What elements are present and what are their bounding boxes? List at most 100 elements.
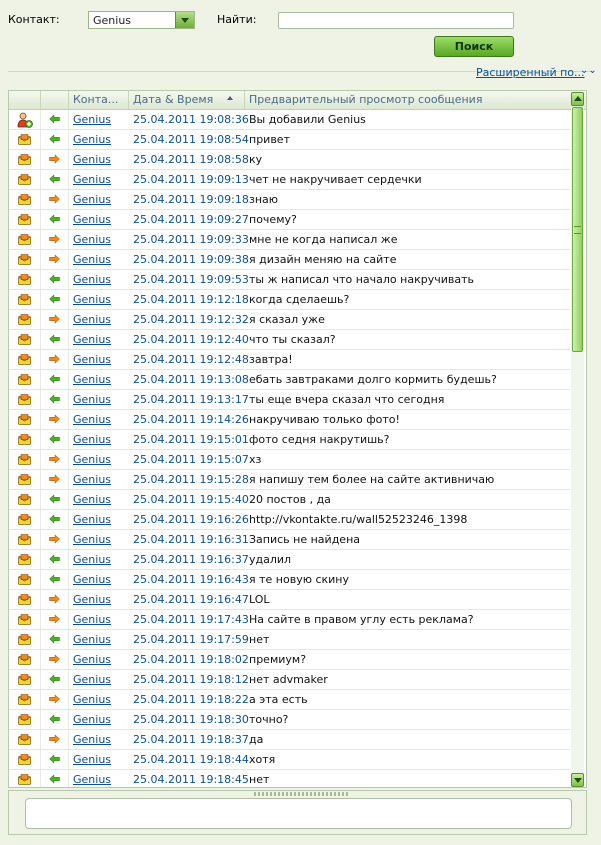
table-row[interactable]: Genius 25.04.2011 19:09:27 почему? (9, 210, 570, 230)
table-row[interactable]: Genius 25.04.2011 19:09:38 я дизайн меняю … (9, 250, 570, 270)
table-row[interactable]: Genius 25.04.2011 19:18:30 точно? (9, 710, 570, 730)
contact-link[interactable]: Genius (73, 550, 111, 569)
message-datetime: 25.04.2011 19:09:33 (133, 233, 249, 246)
double-chevron-down-icon[interactable]: ⌄⌄ (580, 65, 597, 76)
contact-link[interactable]: Genius (73, 610, 111, 629)
column-header-direction[interactable] (41, 91, 69, 109)
contact-link[interactable]: Genius (73, 650, 111, 669)
contact-link[interactable]: Genius (73, 290, 111, 309)
table-row[interactable]: Genius 25.04.2011 19:17:59 нет (9, 630, 570, 650)
table-row[interactable]: Genius 25.04.2011 19:16:47 LOL (9, 590, 570, 610)
scrollbar-grip-icon (574, 226, 581, 234)
contact-link[interactable]: Genius (73, 270, 111, 289)
table-row[interactable]: Genius 25.04.2011 19:18:45 нет (9, 770, 570, 787)
contact-link[interactable]: Genius (73, 450, 111, 469)
table-row[interactable]: Genius 25.04.2011 19:16:37 удалил (9, 550, 570, 570)
table-row[interactable]: Genius 25.04.2011 19:16:43 я те новую скин… (9, 570, 570, 590)
table-row[interactable]: Genius 25.04.2011 19:12:32 я сказал уже (9, 310, 570, 330)
contact-link[interactable]: Genius (73, 150, 111, 169)
message-input[interactable] (25, 798, 572, 829)
contact-link[interactable]: Genius (73, 710, 111, 729)
column-header-contact[interactable]: Конта... (69, 91, 129, 109)
contact-link[interactable]: Genius (73, 390, 111, 409)
message-preview: http://vkontakte.ru/wall52523246_1398 (249, 513, 468, 526)
contact-link[interactable]: Genius (73, 670, 111, 689)
contact-link[interactable]: Genius (73, 430, 111, 449)
table-row[interactable]: Genius 25.04.2011 19:18:22 а эта есть (9, 690, 570, 710)
chevron-down-icon[interactable] (175, 12, 194, 28)
table-row[interactable]: Genius 25.04.2011 19:08:58 ку (9, 150, 570, 170)
contact-link[interactable]: Genius (73, 530, 111, 549)
table-row[interactable]: Genius 25.04.2011 19:12:48 завтра! (9, 350, 570, 370)
table-row[interactable]: Genius 25.04.2011 19:17:43 На сайте в прав… (9, 610, 570, 630)
outgoing-arrow-icon (49, 234, 60, 244)
table-row[interactable]: Genius 25.04.2011 19:09:18 знаю (9, 190, 570, 210)
column-divider (68, 630, 69, 649)
contact-link[interactable]: Genius (73, 110, 111, 129)
scroll-up-button[interactable] (571, 92, 584, 106)
table-row[interactable]: Genius 25.04.2011 19:13:17 ты еще вчера ск… (9, 390, 570, 410)
table-row[interactable]: Genius 25.04.2011 19:12:40 что ты сказал? (9, 330, 570, 350)
contact-link[interactable]: Genius (73, 370, 111, 389)
table-row[interactable]: Genius 25.04.2011 19:18:44 хотя (9, 750, 570, 770)
contact-link[interactable]: Genius (73, 510, 111, 529)
contact-link[interactable]: Genius (73, 230, 111, 249)
column-divider (40, 610, 41, 629)
contact-link[interactable]: Genius (73, 190, 111, 209)
contact-link[interactable]: Genius (73, 730, 111, 749)
contact-link[interactable]: Genius (73, 630, 111, 649)
column-divider (40, 170, 41, 189)
outgoing-arrow-icon (49, 594, 60, 604)
contact-link[interactable]: Genius (73, 470, 111, 489)
contact-link[interactable]: Genius (73, 750, 111, 769)
column-header-datetime[interactable]: Дата & Время (129, 91, 245, 109)
table-row[interactable]: Genius 25.04.2011 19:08:54 привет (9, 130, 570, 150)
contact-link[interactable]: Genius (73, 590, 111, 609)
column-divider (40, 150, 41, 169)
contact-link[interactable]: Genius (73, 770, 111, 787)
column-divider (40, 510, 41, 529)
contact-link[interactable]: Genius (73, 490, 111, 509)
contact-link[interactable]: Genius (73, 350, 111, 369)
column-divider (40, 730, 41, 749)
contact-select[interactable]: Genius (88, 11, 195, 29)
contact-link[interactable]: Genius (73, 130, 111, 149)
contact-link[interactable]: Genius (73, 410, 111, 429)
table-row[interactable]: Genius 25.04.2011 19:09:53 ты ж написал чт… (9, 270, 570, 290)
table-row[interactable]: Genius 25.04.2011 19:16:31 Запись не найде… (9, 530, 570, 550)
table-row[interactable]: Genius 25.04.2011 19:18:12 нет advmaker (9, 670, 570, 690)
table-row[interactable]: Genius 25.04.2011 19:18:37 да (9, 730, 570, 750)
contact-link[interactable]: Genius (73, 210, 111, 229)
resize-grip-icon[interactable] (254, 792, 348, 796)
message-preview: LOL (249, 593, 270, 606)
table-row[interactable]: Genius 25.04.2011 19:12:18 когда сделаешь? (9, 290, 570, 310)
table-row[interactable]: Genius 25.04.2011 19:14:26 накручиваю толь… (9, 410, 570, 430)
table-row[interactable]: Genius 25.04.2011 19:15:40 20 постов , да (9, 490, 570, 510)
table-row[interactable]: Genius 25.04.2011 19:13:08 ебать завтракам… (9, 370, 570, 390)
contact-link[interactable]: Genius (73, 170, 111, 189)
table-row[interactable]: Genius 25.04.2011 19:15:01 фото седня накр… (9, 430, 570, 450)
contact-link[interactable]: Genius (73, 250, 111, 269)
message-datetime: 25.04.2011 19:12:40 (133, 333, 249, 346)
column-header-type[interactable] (9, 91, 41, 109)
search-input[interactable] (278, 12, 514, 29)
table-row[interactable]: Genius 25.04.2011 19:15:07 хз (9, 450, 570, 470)
table-row[interactable]: Genius 25.04.2011 19:08:36 Вы добавили Gen… (9, 110, 570, 130)
table-row[interactable]: Genius 25.04.2011 19:09:33 мне не когда на… (9, 230, 570, 250)
contact-link[interactable]: Genius (73, 690, 111, 709)
incoming-arrow-icon (49, 574, 60, 584)
contact-link[interactable]: Genius (73, 330, 111, 349)
table-row[interactable]: Genius 25.04.2011 19:15:28 я напишу тем бо… (9, 470, 570, 490)
sort-ascending-icon (227, 96, 233, 100)
message-datetime: 25.04.2011 19:18:12 (133, 673, 249, 686)
column-header-preview[interactable]: Предварительный просмотр сообщения (245, 91, 570, 109)
contact-link[interactable]: Genius (73, 570, 111, 589)
column-divider (68, 570, 69, 589)
table-row[interactable]: Genius 25.04.2011 19:18:02 премиум? (9, 650, 570, 670)
contact-link[interactable]: Genius (73, 310, 111, 329)
scroll-down-button[interactable] (571, 773, 584, 787)
table-row[interactable]: Genius 25.04.2011 19:09:13 чет не накручив… (9, 170, 570, 190)
table-row[interactable]: Genius 25.04.2011 19:16:26 http://vkontakt… (9, 510, 570, 530)
advanced-search-link[interactable]: Расширенный по... (476, 66, 585, 79)
search-button[interactable]: Поиск (434, 36, 514, 57)
